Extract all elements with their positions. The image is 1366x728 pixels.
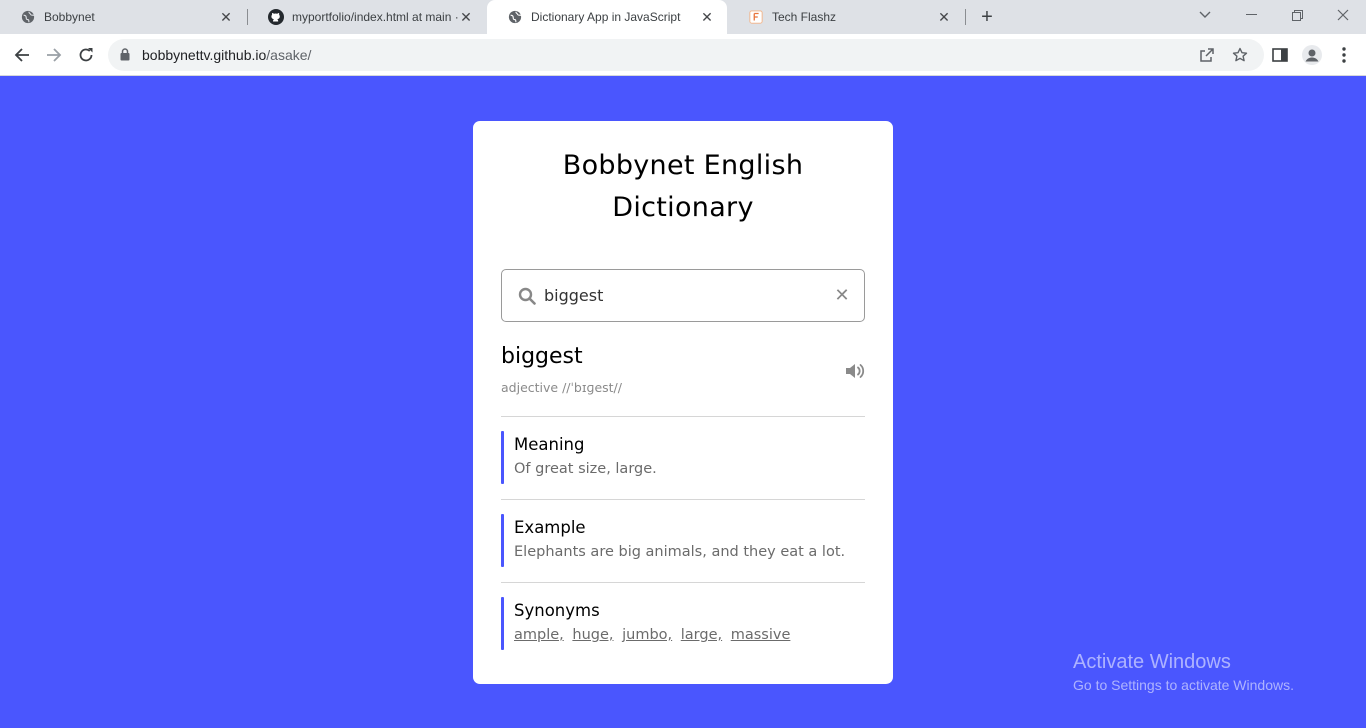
dictionary-card: Bobbynet English Dictionary ✕ biggest ad… [473,121,893,684]
synonym-link[interactable]: large, [681,627,722,643]
lock-icon[interactable] [120,48,130,66]
url-path: /asake/ [266,47,312,63]
app-title: Bobbynet English Dictionary [562,150,804,223]
synonym-link[interactable]: massive [731,627,791,643]
tab-separator [965,9,966,25]
search-icon [518,287,536,305]
tab-title: myportfolio/index.html at main · [292,10,458,24]
site-icon [748,9,764,25]
tab-github[interactable]: myportfolio/index.html at main · ✕ [248,0,486,34]
close-icon[interactable]: ✕ [936,9,952,25]
search-box: ✕ [501,269,865,322]
synonyms-list: ample, huge, jumbo, large, massive [514,627,794,643]
globe-icon [507,9,523,25]
side-panel-icon[interactable] [1270,45,1290,65]
accent-bar [501,597,504,650]
browser-toolbar: bobbynettv.github.io/asake/ [0,34,1366,76]
activate-subtitle: Go to Settings to activate Windows. [1073,677,1294,693]
reload-button[interactable] [72,41,100,69]
close-icon[interactable]: ✕ [699,9,715,25]
close-icon[interactable]: ✕ [458,9,474,25]
restore-button[interactable] [1274,0,1320,30]
url-host: bobbynettv.github.io [142,47,267,63]
github-icon [268,9,284,25]
synonym-link[interactable]: jumbo, [622,627,672,643]
word-header: biggest adjective //ˈbɪɡest// [501,344,865,417]
synonyms-label: Synonyms [514,601,600,620]
speaker-icon[interactable] [845,362,865,380]
example-text: Elephants are big animals, and they eat … [514,544,846,560]
accent-bar [501,431,504,484]
search-input[interactable] [544,270,814,321]
tab-title: Dictionary App in JavaScript [531,10,681,24]
url-text: bobbynettv.github.io/asake/ [142,47,311,63]
synonym-link[interactable]: ample, [514,627,564,643]
close-icon[interactable]: ✕ [218,9,234,25]
tab-bobbynet[interactable]: Bobbynet ✕ [0,0,246,34]
bookmark-star-icon[interactable] [1231,46,1249,64]
tab-title: Bobbynet [44,10,95,24]
back-button[interactable] [8,41,36,69]
word-phonetic: adjective //ˈbɪɡest// [501,380,622,395]
tab-tech-flashz[interactable]: Tech Flashz ✕ [728,0,964,34]
new-tab-button[interactable]: + [976,6,998,28]
activate-title: Activate Windows [1073,651,1231,673]
word-title: biggest [501,344,583,369]
details-list: Meaning Of great size, large. Example El… [501,417,865,666]
tab-strip: Bobbynet ✕ myportfolio/index.html at mai… [0,0,1366,34]
clear-icon[interactable]: ✕ [834,285,850,305]
synonyms-section: Synonyms ample, huge, jumbo, large, mass… [501,583,865,666]
accent-bar [501,514,504,567]
forward-button[interactable] [40,41,68,69]
tab-dictionary-app[interactable]: Dictionary App in JavaScript ✕ [487,0,727,34]
synonym-link[interactable]: huge, [572,627,613,643]
example-label: Example [514,518,586,537]
windows-activation-watermark: Activate Windows Go to Settings to activ… [1073,650,1294,696]
close-window-button[interactable] [1320,0,1366,30]
meaning-label: Meaning [514,435,585,454]
globe-icon [20,9,36,25]
minimize-button[interactable] [1228,0,1274,30]
tab-search-chevron-icon[interactable] [1182,0,1228,30]
address-bar[interactable]: bobbynettv.github.io/asake/ [108,39,1264,71]
example-section: Example Elephants are big animals, and t… [501,500,865,583]
meaning-text: Of great size, large. [514,461,657,477]
more-menu-icon[interactable] [1334,45,1354,65]
tab-title: Tech Flashz [772,10,837,24]
profile-avatar-icon[interactable] [1302,45,1322,65]
meaning-section: Meaning Of great size, large. [501,417,865,500]
share-icon[interactable] [1198,46,1216,64]
